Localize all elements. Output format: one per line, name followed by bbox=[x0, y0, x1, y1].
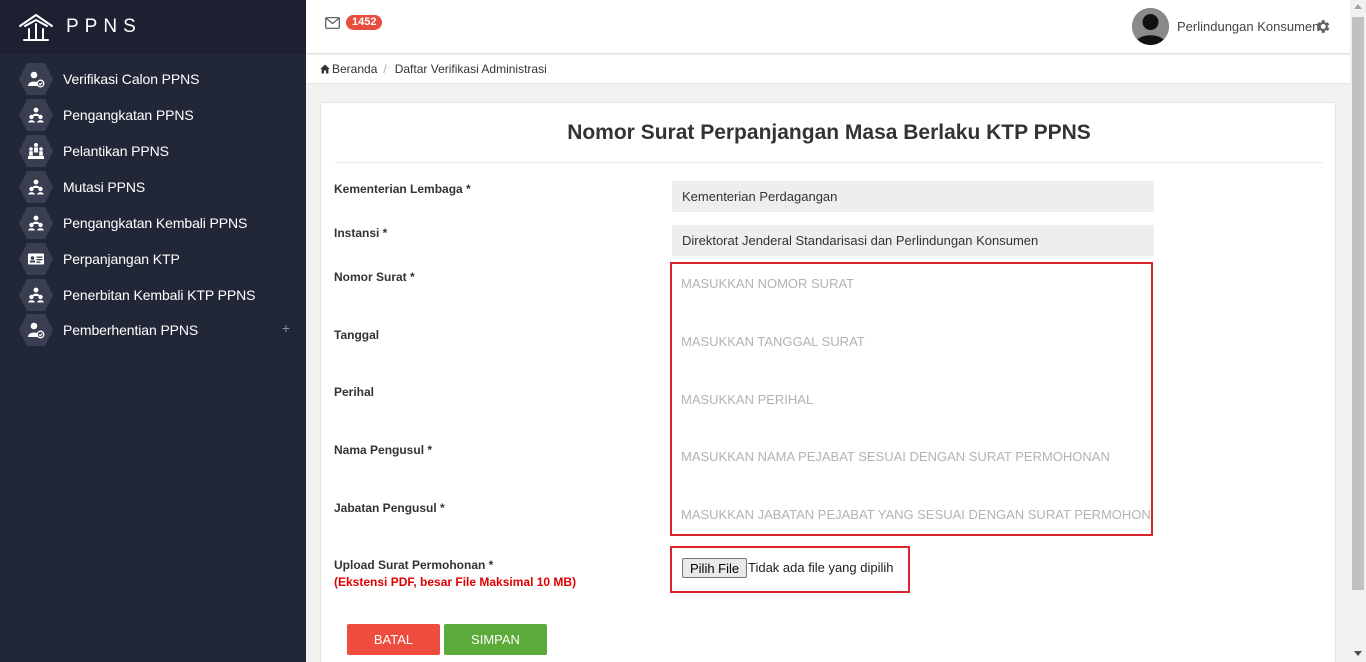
kementerian-field: Kementerian Perdagangan bbox=[672, 181, 1154, 212]
user-check-icon bbox=[18, 313, 54, 347]
sidebar-menu: Verifikasi Calon PPNS Pengangkatan PPNS … bbox=[0, 61, 306, 348]
mail-icon[interactable] bbox=[325, 17, 340, 29]
nomor-surat-input[interactable] bbox=[672, 268, 1150, 298]
home-icon[interactable] bbox=[320, 64, 330, 74]
sidebar-item-label: Pengangkatan Kembali PPNS bbox=[63, 215, 248, 231]
kementerian-label: Kementerian Lembaga * bbox=[334, 182, 471, 196]
cancel-button[interactable]: BATAL bbox=[347, 624, 440, 655]
mail-count-badge[interactable]: 1452 bbox=[346, 15, 383, 30]
page-title: Nomor Surat Perpanjangan Masa Berlaku KT… bbox=[567, 121, 1091, 144]
sidebar-item-pengangkatan-ppns[interactable]: Pengangkatan PPNS bbox=[0, 97, 306, 133]
id-card-icon bbox=[18, 242, 54, 276]
sidebar-item-label: Perpanjangan KTP bbox=[63, 251, 180, 267]
brand-name: PPNS bbox=[66, 16, 142, 37]
perihal-input[interactable] bbox=[672, 384, 1150, 414]
user-silhouette-icon bbox=[1132, 8, 1169, 45]
perihal-label: Perihal bbox=[334, 385, 375, 399]
nama-pengusul-label: Nama Pengusul * bbox=[334, 443, 433, 457]
nomor-surat-label: Nomor Surat * bbox=[334, 270, 415, 284]
people-crowd-icon bbox=[18, 134, 54, 168]
instansi-label: Instansi * bbox=[334, 226, 388, 240]
sidebar: PPNS Verifikasi Calon PPNS Pengangkatan … bbox=[0, 0, 306, 662]
users-group-icon bbox=[18, 206, 54, 240]
sidebar-item-label: Pengangkatan PPNS bbox=[63, 107, 194, 123]
gear-icon[interactable] bbox=[1314, 18, 1331, 35]
expand-plus-icon[interactable]: + bbox=[282, 320, 290, 336]
user-check-icon bbox=[18, 62, 54, 96]
upload-label: Upload Surat Permohonan * bbox=[334, 558, 494, 572]
user-name[interactable]: Perlindungan Konsumen bbox=[1177, 19, 1319, 34]
jabatan-pengusul-label: Jabatan Pengusul * bbox=[334, 501, 445, 515]
jabatan-pengusul-input[interactable] bbox=[672, 499, 1150, 529]
tanggal-input[interactable] bbox=[672, 326, 1150, 356]
sidebar-item-label: Pelantikan PPNS bbox=[63, 143, 169, 159]
ppns-logo-icon bbox=[19, 14, 53, 41]
save-button[interactable]: SIMPAN bbox=[444, 624, 547, 655]
breadcrumb-separator: / bbox=[383, 62, 387, 76]
avatar[interactable] bbox=[1132, 8, 1169, 45]
sidebar-item-verifikasi-calon-ppns[interactable]: Verifikasi Calon PPNS bbox=[0, 61, 306, 97]
nama-pengusul-input[interactable] bbox=[672, 441, 1150, 471]
scroll-up-arrow-icon[interactable] bbox=[1354, 4, 1362, 9]
topbar: 1452 Perlindungan Konsumen bbox=[306, 0, 1350, 54]
brand[interactable]: PPNS bbox=[0, 0, 306, 54]
users-group-icon bbox=[18, 98, 54, 132]
sidebar-item-pengangkatan-kembali-ppns[interactable]: Pengangkatan Kembali PPNS bbox=[0, 205, 306, 241]
sidebar-item-label: Verifikasi Calon PPNS bbox=[63, 71, 200, 87]
sidebar-item-label: Penerbitan Kembali KTP PPNS bbox=[63, 286, 256, 303]
upload-note: (Ekstensi PDF, besar File Maksimal 10 MB… bbox=[334, 575, 577, 589]
sidebar-item-pelantikan-ppns[interactable]: Pelantikan PPNS bbox=[0, 133, 306, 169]
tanggal-label: Tanggal bbox=[334, 328, 380, 342]
breadcrumb-home-link[interactable]: Beranda bbox=[332, 62, 377, 76]
breadcrumb: Beranda / Daftar Verifikasi Administrasi bbox=[306, 55, 1350, 84]
sidebar-item-label: Mutasi PPNS bbox=[63, 179, 146, 195]
file-status: Tidak ada file yang dipilih bbox=[748, 560, 894, 575]
breadcrumb-current: Daftar Verifikasi Administrasi bbox=[394, 62, 547, 76]
sidebar-item-perpanjangan-ktp[interactable]: Perpanjangan KTP bbox=[0, 241, 306, 277]
scrollbar-thumb[interactable] bbox=[1352, 17, 1364, 590]
form-card: Nomor Surat Perpanjangan Masa Berlaku KT… bbox=[320, 102, 1336, 662]
sidebar-item-pemberhentian-ppns[interactable]: Pemberhentian PPNS + bbox=[0, 312, 306, 348]
sidebar-item-mutasi-ppns[interactable]: Mutasi PPNS bbox=[0, 169, 306, 205]
sidebar-item-label: Pemberhentian PPNS bbox=[63, 322, 199, 338]
choose-file-button[interactable]: Pilih File bbox=[682, 558, 748, 578]
users-group-icon bbox=[18, 278, 54, 312]
users-group-icon bbox=[18, 170, 54, 204]
instansi-field: Direktorat Jenderal Standarisasi dan Per… bbox=[672, 225, 1154, 256]
scroll-down-arrow-icon[interactable] bbox=[1354, 651, 1362, 656]
title-divider bbox=[335, 162, 1323, 163]
sidebar-item-penerbitan-kembali-ktp-ppns[interactable]: Penerbitan Kembali KTP PPNS bbox=[0, 277, 306, 312]
